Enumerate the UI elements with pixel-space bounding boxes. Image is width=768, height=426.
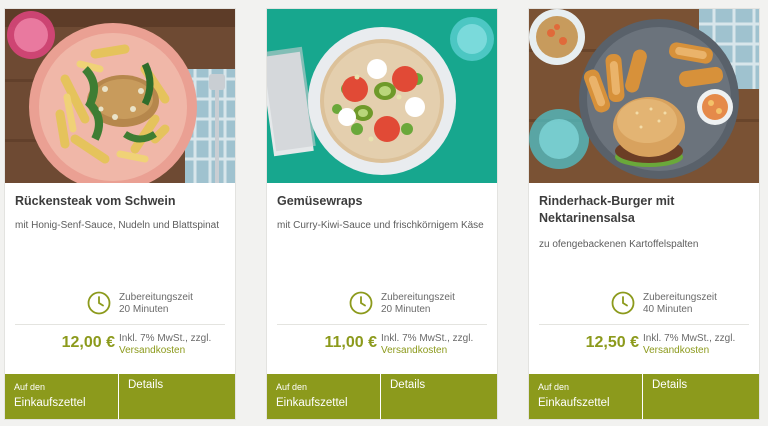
tax-note: Inkl. 7% MwSt., zzgl. bbox=[119, 333, 212, 344]
add-to-shopping-list-button[interactable]: Auf den Einkaufszettel bbox=[267, 374, 381, 419]
add-to-shopping-list-button[interactable]: Auf den Einkaufszettel bbox=[529, 374, 643, 419]
recipe-subtitle: mit Honig-Senf-Sauce, Nudeln und Blattsp… bbox=[15, 220, 220, 231]
shipping-costs-link[interactable]: Versandkosten bbox=[381, 345, 447, 357]
recipe-card: Gemüsewraps mit Curry-Kiwi-Sauce und fri… bbox=[266, 8, 498, 420]
tax-note: Inkl. 7% MwSt., zzgl. bbox=[643, 333, 736, 344]
card-footer: Auf den Einkaufszettel Details bbox=[5, 374, 235, 419]
cart-button-main-label: Einkaufszettel bbox=[14, 397, 86, 409]
card-footer: Auf den Einkaufszettel Details bbox=[267, 374, 497, 419]
divider bbox=[15, 324, 225, 325]
prep-time-label: Zubereitungszeit bbox=[643, 292, 717, 303]
tax-note: Inkl. 7% MwSt., zzgl. bbox=[381, 333, 474, 344]
cart-button-main-label: Einkaufszettel bbox=[276, 397, 348, 409]
divider bbox=[277, 324, 487, 325]
details-button[interactable]: Details bbox=[381, 374, 497, 419]
clock-icon bbox=[87, 291, 111, 315]
prep-time-value: 20 Minuten bbox=[381, 304, 431, 315]
prep-time-value: 20 Minuten bbox=[119, 304, 169, 315]
recipe-image[interactable] bbox=[267, 9, 497, 183]
recipe-image[interactable] bbox=[5, 9, 235, 183]
card-footer: Auf den Einkaufszettel Details bbox=[529, 374, 759, 419]
details-button[interactable]: Details bbox=[119, 374, 235, 419]
cart-button-main-label: Einkaufszettel bbox=[538, 397, 610, 409]
cart-button-small-label: Auf den bbox=[14, 382, 46, 392]
price: 11,00 € bbox=[324, 334, 378, 351]
clock-icon bbox=[611, 291, 635, 315]
add-to-shopping-list-button[interactable]: Auf den Einkaufszettel bbox=[5, 374, 119, 419]
vegetable-wraps-photo bbox=[267, 9, 497, 183]
recipe-subtitle: zu ofengebackenen Kartoffelspalten bbox=[539, 239, 699, 250]
recipe-title[interactable]: Rinderhack-Burger mit Nektarinensalsa bbox=[539, 193, 749, 227]
cart-button-small-label: Auf den bbox=[538, 382, 570, 392]
shipping-costs-link[interactable]: Versandkosten bbox=[643, 345, 709, 357]
prep-time-value: 40 Minuten bbox=[643, 304, 693, 315]
details-button[interactable]: Details bbox=[643, 374, 759, 419]
recipe-card: Rückensteak vom Schwein mit Honig-Senf-S… bbox=[4, 8, 236, 420]
prep-time-label: Zubereitungszeit bbox=[381, 292, 455, 303]
clock-icon bbox=[349, 291, 373, 315]
recipe-subtitle: mit Curry-Kiwi-Sauce und frischkörnigem … bbox=[277, 220, 484, 231]
recipe-card: Rinderhack-Burger mit Nektarinensalsa zu… bbox=[528, 8, 760, 420]
shipping-costs-link[interactable]: Versandkosten bbox=[119, 345, 185, 357]
price: 12,00 € bbox=[61, 334, 115, 351]
price: 12,50 € bbox=[585, 334, 639, 351]
cart-button-small-label: Auf den bbox=[276, 382, 308, 392]
recipe-title[interactable]: Rückensteak vom Schwein bbox=[15, 193, 225, 210]
pork-steak-pasta-photo bbox=[5, 9, 235, 183]
divider bbox=[539, 324, 749, 325]
beef-burger-photo bbox=[529, 9, 759, 183]
recipe-image[interactable] bbox=[529, 9, 759, 183]
prep-time-label: Zubereitungszeit bbox=[119, 292, 193, 303]
recipe-title[interactable]: Gemüsewraps bbox=[277, 193, 487, 210]
